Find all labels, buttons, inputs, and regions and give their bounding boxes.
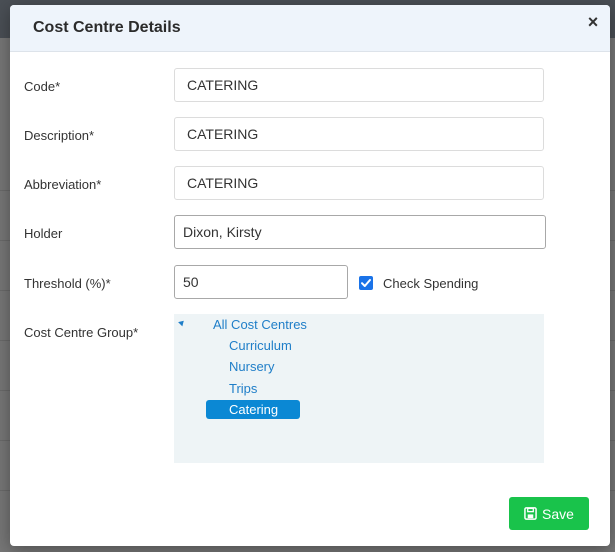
description-field[interactable]: CATERING — [174, 117, 544, 151]
holder-label: Holder — [24, 226, 63, 241]
code-label: Code* — [24, 79, 61, 94]
floppy-disk-icon — [524, 507, 537, 520]
tree-expand-icon[interactable] — [178, 318, 186, 327]
threshold-field[interactable]: 50 — [174, 265, 348, 299]
code-field[interactable]: CATERING — [174, 68, 544, 102]
tree-node-catering[interactable]: Catering — [206, 400, 301, 419]
holder-field[interactable]: Dixon, Kirsty — [174, 215, 546, 249]
tree-node-nursery[interactable]: Nursery — [229, 359, 275, 374]
tree-node-trips[interactable]: Trips — [229, 381, 257, 396]
description-label: Description* — [24, 128, 95, 143]
dialog-header: Cost Centre Details × — [10, 5, 610, 52]
abbreviation-label: Abbreviation* — [24, 177, 102, 192]
cost-centre-group-tree: All Cost Centres Curriculum Nursery Trip… — [174, 314, 544, 463]
check-spending-checkbox[interactable] — [359, 276, 373, 290]
cost-centre-dialog: Cost Centre Details × Code* CATERING Des… — [10, 5, 610, 546]
tree-node-curriculum[interactable]: Curriculum — [229, 338, 292, 353]
threshold-label: Threshold (%)* — [24, 276, 111, 291]
cost-centre-group-label: Cost Centre Group* — [24, 325, 139, 340]
check-icon — [361, 279, 371, 287]
save-button-label: Save — [542, 505, 574, 522]
dialog-title: Cost Centre Details — [33, 19, 181, 36]
save-button[interactable]: Save — [509, 497, 589, 530]
close-icon[interactable]: × — [584, 13, 602, 31]
abbreviation-field[interactable]: CATERING — [174, 166, 544, 200]
tree-node-all-cost-centres[interactable]: All Cost Centres — [213, 317, 307, 332]
check-spending-label[interactable]: Check Spending — [383, 276, 478, 291]
